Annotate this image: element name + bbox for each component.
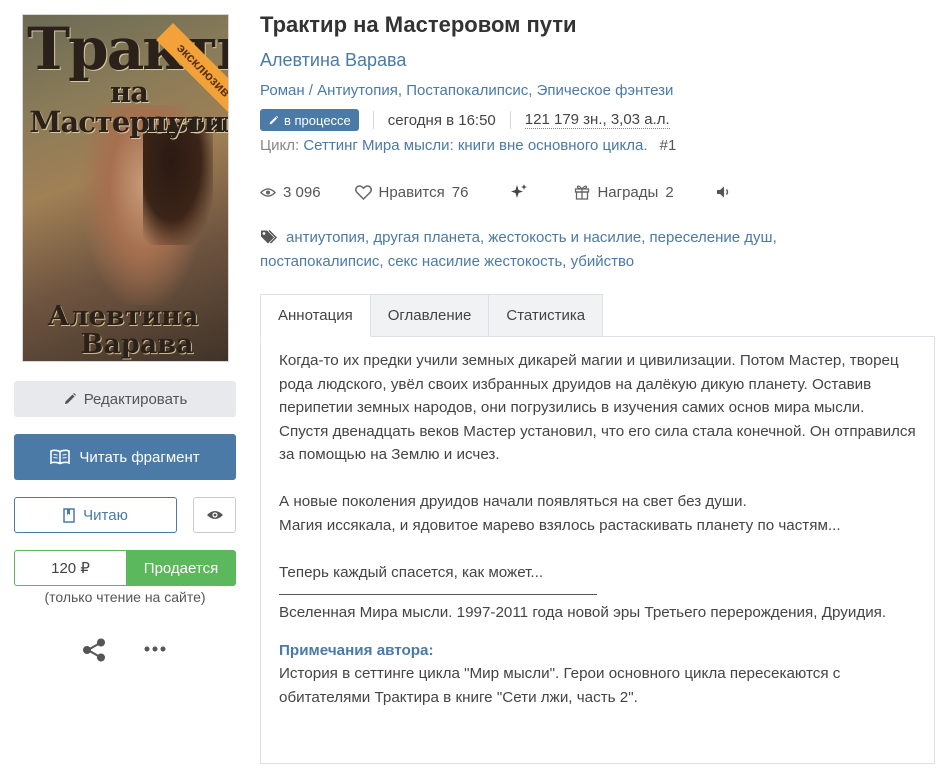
updated-time: сегодня в 16:50: [387, 111, 496, 129]
audio-button[interactable]: [716, 185, 732, 199]
author-notes: История в сеттинге цикла "Мир мысли". Ге…: [279, 665, 841, 706]
annotation-paragraph: Когда-то их предки учили земных дикарей …: [279, 352, 899, 416]
cycle-link[interactable]: Сеттинг Мира мысли: книги вне основного …: [303, 137, 647, 154]
pencil-icon: [64, 393, 76, 404]
tab-bar: Аннотация Оглавление Статистика: [260, 294, 604, 337]
price-box: 120 ₽: [14, 550, 126, 586]
divider: [509, 111, 511, 129]
read-fragment-label: Читать фрагмент: [79, 448, 200, 466]
status-badge: в процессе: [260, 109, 359, 131]
likes-count: 76: [451, 183, 469, 201]
tag-separator: ,: [641, 229, 650, 246]
gift-icon: [575, 185, 590, 200]
genre-separator: ,: [528, 82, 537, 99]
price-note: (только чтение на сайте): [44, 589, 206, 605]
awards-count: 2: [665, 183, 674, 201]
genre-separator: ,: [397, 82, 407, 99]
tag-link[interactable]: убийство: [571, 253, 635, 270]
tag-link[interactable]: антиутопия: [286, 229, 365, 246]
genre-link[interactable]: Роман: [260, 82, 305, 99]
author-notes-heading: Примечания автора:: [279, 641, 434, 659]
divider-line: [279, 594, 597, 595]
pencil-icon: [269, 115, 279, 124]
heart-icon: [354, 184, 372, 200]
tag-separator: ,: [379, 253, 388, 270]
more-options-icon[interactable]: [142, 640, 168, 658]
tags-icon: [261, 229, 278, 244]
cycle-info: Цикл: Сеттинг Мира мысли: книги вне осно…: [260, 137, 676, 154]
tag-link[interactable]: жестокость и насилие: [488, 229, 641, 246]
book-cover[interactable]: Трактир на Мастеровом пути Алевтина Вара…: [22, 14, 229, 362]
views-stat: 3 096: [260, 184, 321, 201]
speaker-icon: [716, 186, 728, 198]
status-text: в процессе: [284, 112, 351, 128]
tab-annotation[interactable]: Аннотация: [260, 294, 371, 337]
annotation-paragraph: Теперь каждый спасется, как может...: [279, 563, 544, 581]
cycle-label: Цикл:: [260, 137, 300, 154]
watch-button[interactable]: [193, 497, 236, 533]
tab-statistics[interactable]: Статистика: [489, 294, 604, 337]
eye-icon: [206, 511, 223, 519]
eye-icon: [260, 187, 276, 197]
book-meta: в процессе сегодня в 16:50 121 179 зн., …: [260, 109, 670, 131]
views-count: 3 096: [283, 183, 321, 201]
edit-button[interactable]: Редактировать: [14, 381, 236, 417]
share-icon[interactable]: [80, 636, 108, 664]
book-size: 121 179 зн., 3,03 а.л.: [524, 111, 670, 129]
sparkles-icon: [511, 184, 528, 198]
bookmark-book-icon: [63, 507, 75, 523]
read-fragment-button[interactable]: Читать фрагмент: [14, 434, 236, 480]
genre-link[interactable]: Эпическое фэнтези: [537, 82, 674, 99]
sparkle-button[interactable]: [510, 183, 528, 201]
genre-separator: /: [304, 82, 318, 99]
annotation-paragraph: Вселенная Мира мысли. 1997-2011 года нов…: [279, 604, 887, 621]
tag-link[interactable]: переселение душ: [650, 229, 773, 246]
tab-contents[interactable]: Оглавление: [370, 294, 490, 337]
annotation-paragraph: Магия иссякала, и ядовитое марево взялос…: [279, 516, 841, 534]
annotation-text: Когда-то их предки учили земных дикарей …: [279, 349, 919, 709]
annotation-paragraph: Спустя двенадцать веков Мастер установил…: [279, 422, 916, 464]
cover-hair: [143, 125, 213, 245]
stats-bar: 3 096 Нравится 76 Награды 2: [260, 181, 732, 203]
divider: [372, 111, 374, 129]
like-button[interactable]: Нравится 76: [354, 183, 469, 201]
cover-title-line3: пути: [145, 105, 225, 139]
tag-link[interactable]: секс насилие жестокость: [388, 253, 563, 270]
cover-author-line2: Варава: [80, 329, 194, 360]
buy-button[interactable]: Продается: [126, 550, 236, 586]
genre-list: Роман / Антиутопия, Постапокалипсис, Эпи…: [260, 82, 673, 99]
genre-link[interactable]: Антиутопия: [317, 82, 398, 99]
tag-link[interactable]: постапокалипсис: [260, 253, 379, 270]
tag-separator: ,: [772, 229, 777, 246]
genre-link[interactable]: Постапокалипсис: [406, 82, 528, 99]
likes-label: Нравится: [378, 183, 445, 201]
book-author-link[interactable]: Алевтина Варава: [260, 50, 406, 71]
edit-button-label: Редактировать: [83, 390, 188, 408]
reading-button[interactable]: Читаю: [14, 497, 177, 533]
tag-separator: ,: [562, 253, 571, 270]
awards-label: Награды: [597, 183, 659, 201]
book-title: Трактир на Мастеровом пути: [260, 12, 577, 37]
cover-author-line1: Алевтина: [47, 301, 199, 332]
cycle-number: #1: [659, 137, 677, 154]
reading-button-label: Читаю: [83, 506, 128, 524]
tag-list: антиутопия, другая планета, жестокость и…: [260, 226, 920, 274]
tag-link[interactable]: другая планета: [373, 229, 480, 246]
annotation-paragraph: А новые поколения друидов начали появлят…: [279, 493, 747, 510]
awards-button[interactable]: Награды 2: [574, 183, 674, 201]
open-book-icon: [50, 449, 71, 465]
